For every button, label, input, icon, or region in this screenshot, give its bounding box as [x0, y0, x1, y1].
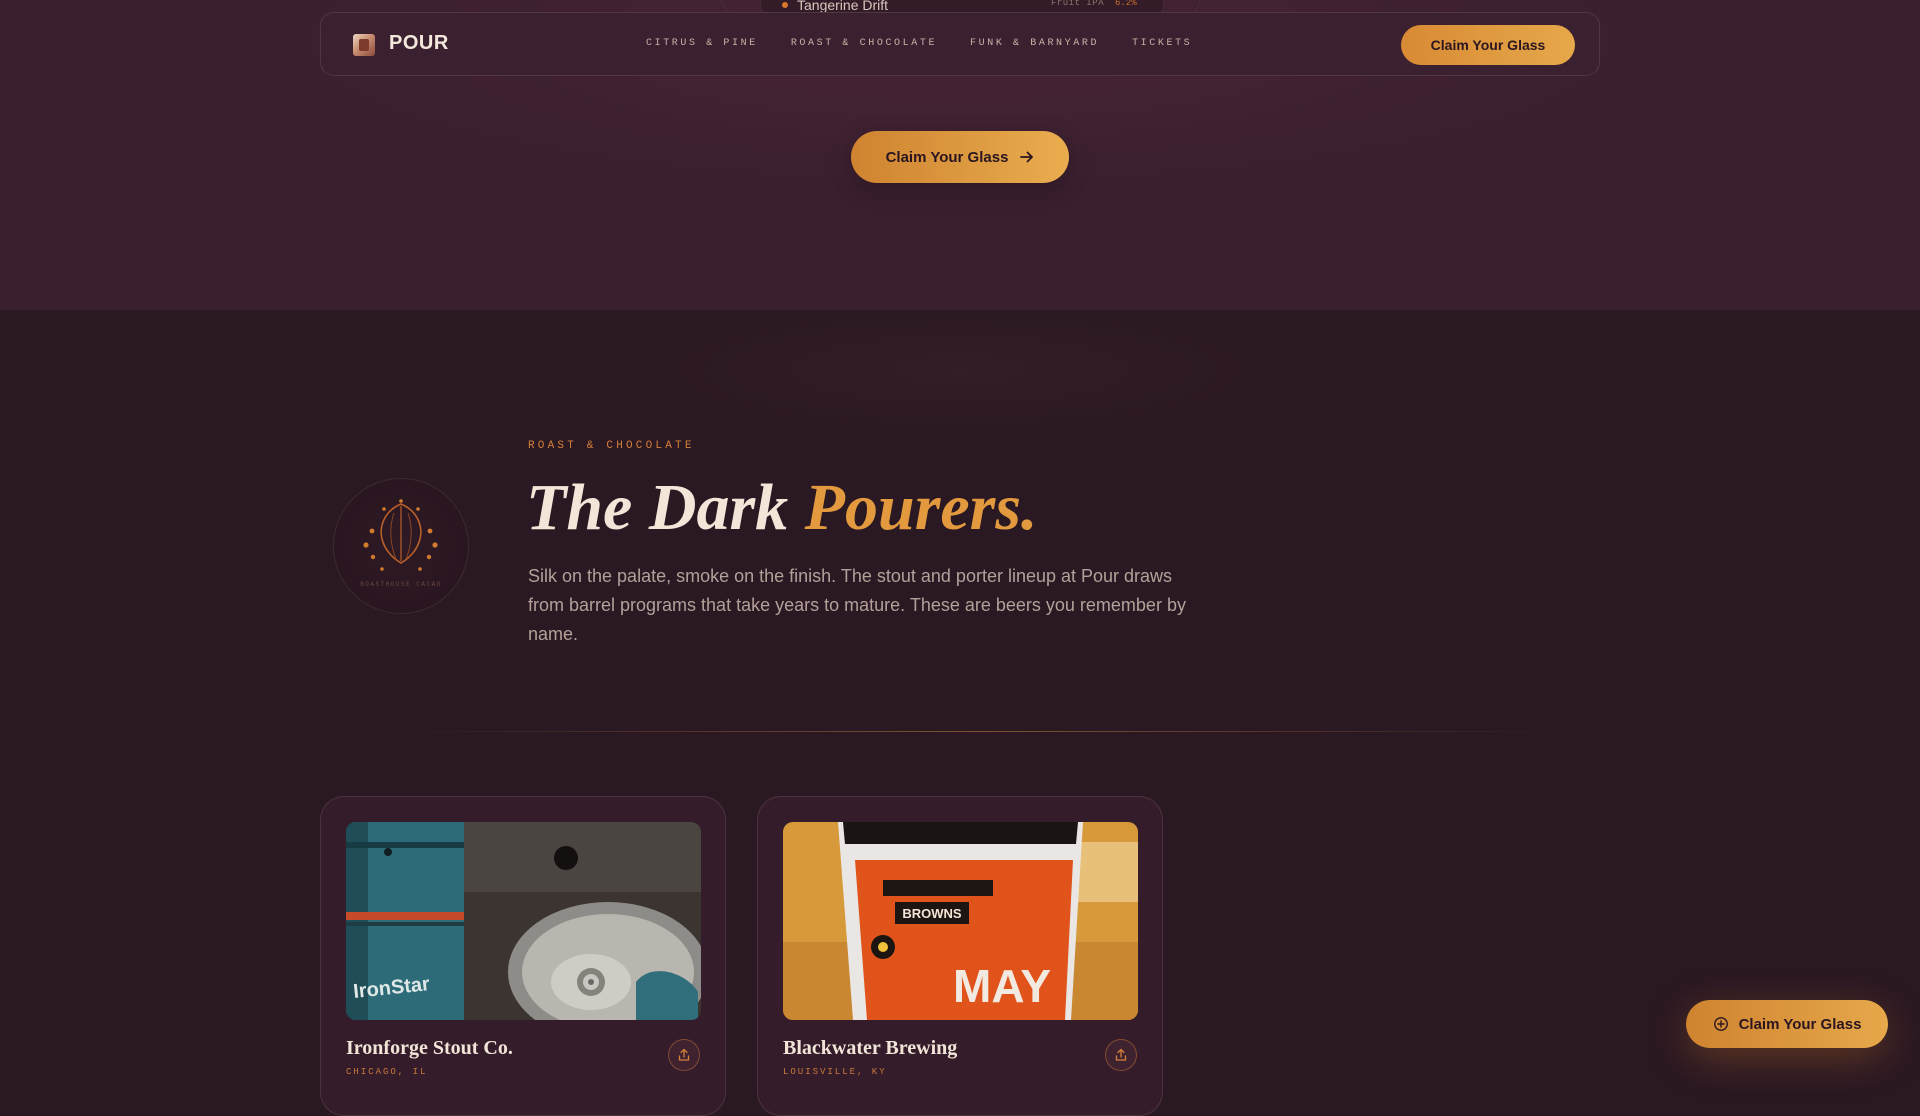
brewery-location: CHICAGO, IL [346, 1067, 428, 1077]
share-icon [678, 1048, 690, 1061]
nav-claim-glass-button[interactable]: Claim Your Glass [1401, 25, 1575, 65]
peek-beer-style: Fruit IPA [1051, 0, 1105, 8]
hero-claim-glass-label: Claim Your Glass [885, 148, 1009, 166]
logo-icon[interactable] [353, 34, 375, 56]
nav-link-citrus-pine[interactable]: CITRUS & PINE [646, 38, 758, 49]
peek-beer-abv: 6.2% [1115, 0, 1137, 8]
nav-link-roast-chocolate[interactable]: ROAST & CHOCOLATE [791, 38, 937, 49]
glass-label-text: BROWNS [902, 906, 962, 921]
cacao-pod-icon [363, 499, 438, 571]
nav-claim-glass-label: Claim Your Glass [1430, 37, 1546, 53]
brewery-location: LOUISVILLE, KY [783, 1067, 887, 1077]
section-glow [620, 300, 1300, 440]
nav-link-tickets[interactable]: TICKETS [1132, 38, 1192, 49]
arrow-right-icon [1020, 151, 1034, 163]
brewery-name: Blackwater Brewing [783, 1037, 958, 1059]
kegs-image: IronStar [346, 822, 701, 1020]
section-eyebrow: ROAST & CHOCOLATE [528, 440, 695, 452]
plus-circle-icon [1713, 1017, 1728, 1031]
share-icon [1115, 1048, 1127, 1061]
badge-caption: ROASTHOUSE CACAO [360, 581, 442, 588]
bullet-dot-icon [782, 2, 788, 8]
headline-accent: Pourers. [804, 471, 1038, 544]
top-navbar: POUR CITRUS & PINE ROAST & CHOCOLATE FUN… [320, 12, 1600, 76]
hero-claim-glass-button[interactable]: Claim Your Glass [851, 131, 1069, 183]
brand-name[interactable]: POUR [389, 32, 449, 55]
beer-glass-image: BROWNS MAY [783, 822, 1138, 1020]
headline-main: The Dark [526, 471, 805, 544]
cacao-badge: ROASTHOUSE CACAO [333, 478, 469, 614]
floating-claim-glass-button[interactable]: Claim Your Glass [1686, 1000, 1888, 1048]
section-headline: The Dark Pourers. [526, 466, 1038, 550]
section-description: Silk on the palate, smoke on the finish.… [528, 566, 1186, 644]
brewery-name: Ironforge Stout Co. [346, 1037, 513, 1059]
nav-links: CITRUS & PINE ROAST & CHOCOLATE FUNK & B… [646, 38, 1225, 49]
brewery-card[interactable]: IronStar Ironforge Stout Co. CHICAGO, IL [320, 796, 726, 1116]
share-button[interactable] [1105, 1039, 1137, 1071]
floating-claim-glass-label: Claim Your Glass [1738, 1015, 1862, 1033]
brewery-photo: BROWNS MAY [783, 822, 1138, 1020]
nav-link-funk-barnyard[interactable]: FUNK & BARNYARD [970, 38, 1099, 49]
brewery-photo: IronStar [346, 822, 701, 1020]
glass-script-text: MAY [953, 960, 1051, 1012]
section-divider [400, 731, 1560, 732]
share-button[interactable] [668, 1039, 700, 1071]
brewery-card[interactable]: BROWNS MAY Blackwater Brewing LOUISVILLE… [757, 796, 1163, 1116]
